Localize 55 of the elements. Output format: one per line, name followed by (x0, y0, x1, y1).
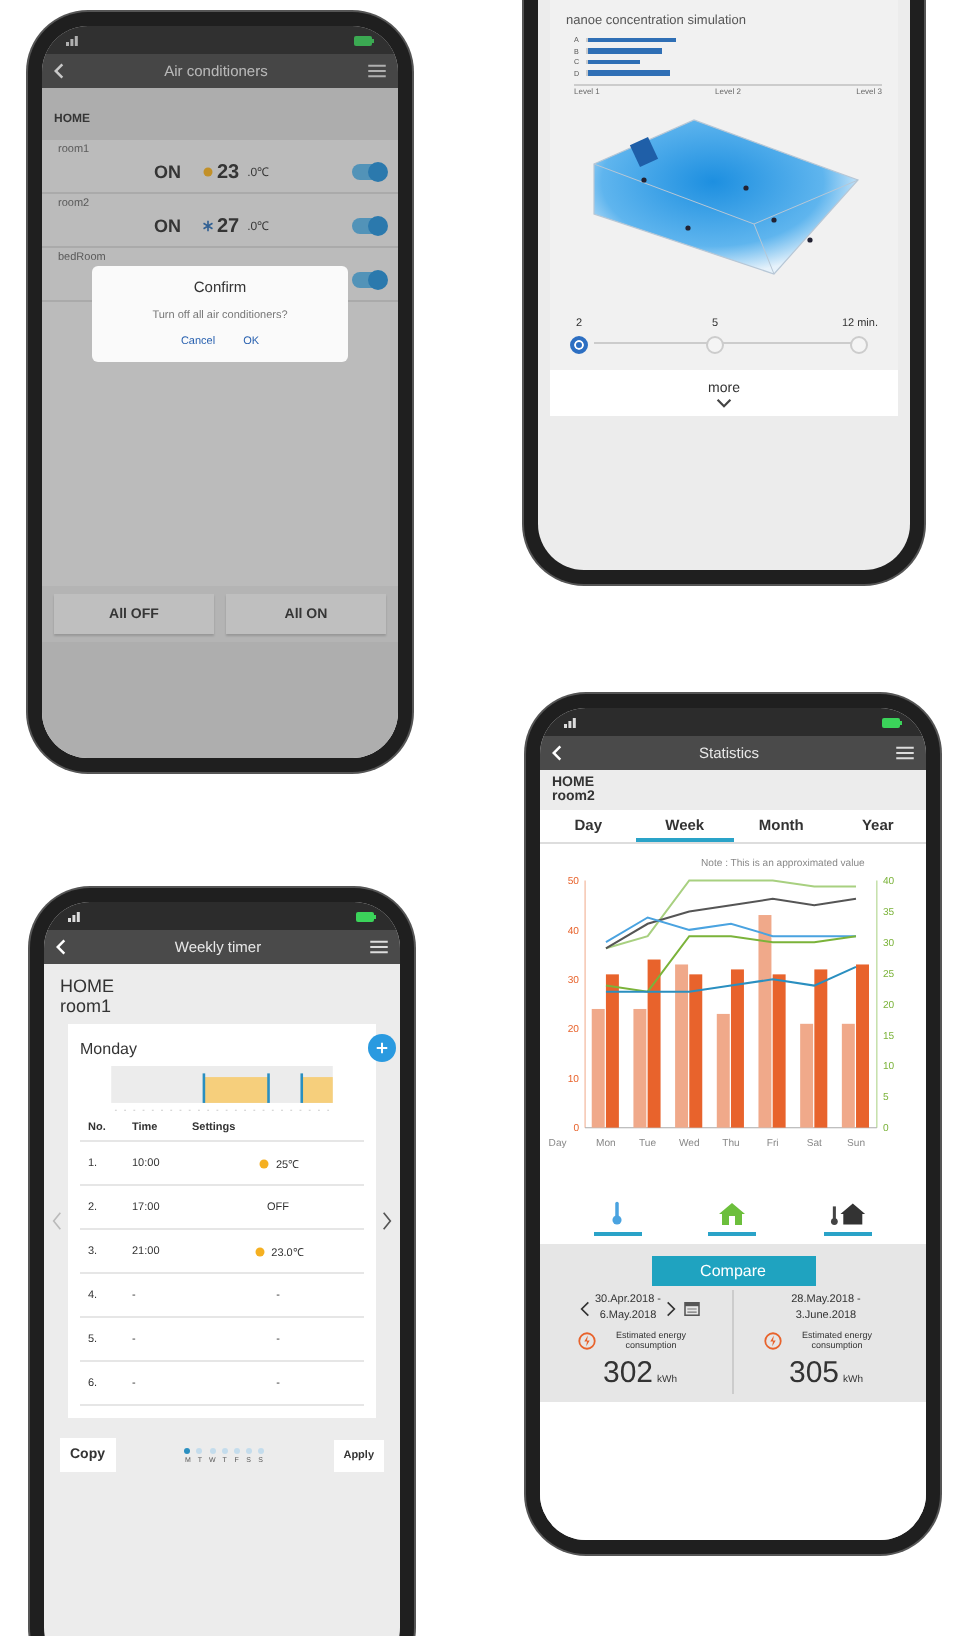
energy-icon (577, 1331, 595, 1350)
menu-button[interactable] (369, 935, 388, 959)
signal-icon (66, 34, 82, 46)
bar (633, 1008, 647, 1128)
add-button[interactable] (368, 1034, 396, 1062)
bar (647, 959, 661, 1128)
bar (841, 1023, 855, 1128)
energy-icon (763, 1331, 781, 1350)
back-button[interactable] (56, 935, 66, 959)
bar (591, 1008, 605, 1128)
day-title: Monday (80, 1040, 139, 1058)
bar (814, 969, 828, 1128)
bar (758, 915, 772, 1128)
battery-icon (356, 911, 376, 921)
bar (605, 974, 619, 1128)
bar (856, 964, 869, 1128)
battery-icon (882, 717, 902, 727)
energy-value: 302 (602, 1356, 654, 1391)
thermometer-icon (610, 1200, 625, 1226)
house-icon (718, 1202, 747, 1226)
back-button[interactable] (54, 59, 64, 83)
calendar-icon[interactable] (683, 1302, 700, 1317)
bar (675, 964, 689, 1128)
battery-icon (354, 35, 374, 45)
toggle-switch[interactable] (352, 272, 386, 288)
power-status: ON (154, 162, 181, 182)
power-status: ON (154, 216, 181, 236)
back-button[interactable] (552, 741, 562, 765)
sun-icon (257, 1157, 270, 1169)
bar (730, 969, 744, 1128)
plus-icon (376, 1042, 388, 1054)
chart-filter-button[interactable] (824, 1200, 873, 1236)
toggle-switch[interactable] (352, 164, 386, 180)
group-name: HOME (60, 976, 116, 996)
menu-button[interactable] (895, 741, 914, 765)
sun-icon (253, 1245, 266, 1257)
snowflake-icon (201, 220, 213, 232)
signal-icon (564, 716, 580, 728)
menu-button[interactable] (367, 59, 386, 83)
room-name: room1 (60, 996, 114, 1016)
bar (772, 974, 786, 1128)
temperature-value: 27 (217, 215, 240, 237)
signal-icon (68, 910, 84, 922)
thermometer-house-icon (829, 1202, 868, 1226)
sun-icon (201, 166, 213, 178)
toggle-switch[interactable] (352, 218, 386, 234)
next-button[interactable] (665, 1300, 676, 1319)
bar (689, 974, 703, 1128)
previous-button[interactable] (580, 1300, 591, 1319)
energy-value: 305 (788, 1356, 840, 1391)
bar (800, 1023, 814, 1128)
temperature-value: 23 (217, 161, 240, 183)
next-day-button[interactable] (380, 1210, 394, 1232)
chevron-down-icon (716, 398, 732, 408)
bar (716, 1013, 730, 1128)
